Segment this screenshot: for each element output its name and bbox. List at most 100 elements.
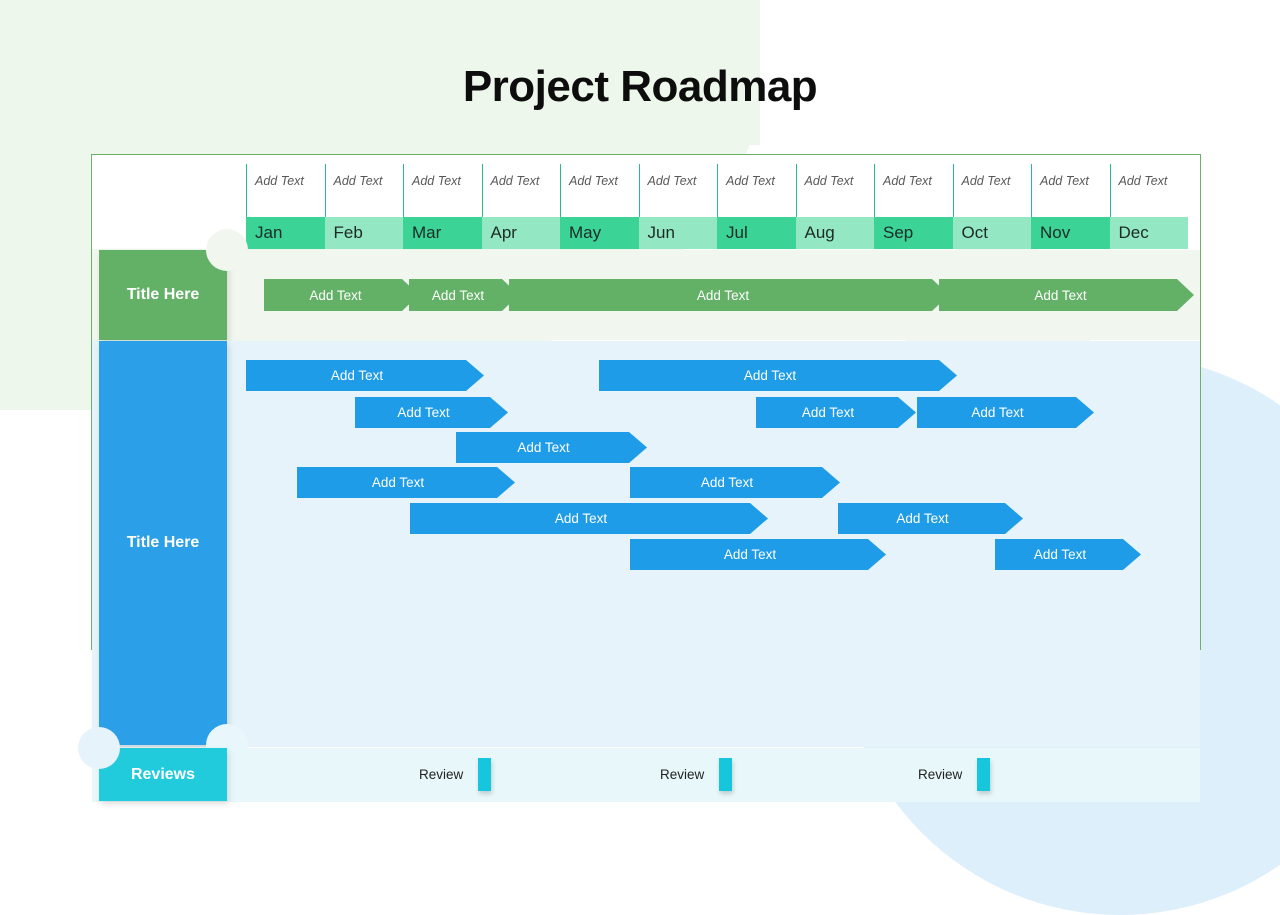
phase-segment[interactable]: Add Text	[264, 279, 419, 311]
month-note-placeholder[interactable]: Add Text	[962, 174, 1026, 189]
month-name-cell: Jun	[638, 217, 717, 249]
timeline-month-nov[interactable]: Add Text Nov	[1031, 155, 1110, 249]
reviews-row: Reviews Review Review Review	[78, 727, 1200, 802]
month-name-cell: Jul	[717, 217, 796, 249]
task-bar[interactable]: Add Text	[599, 360, 957, 391]
phase-label-corner-notch	[206, 229, 248, 271]
task-bar-label: Add Text	[743, 368, 797, 383]
phase-segment-label: Add Text	[696, 287, 750, 303]
phase-segment-label: Add Text	[431, 287, 485, 303]
task-bar[interactable]: Add Text	[756, 397, 916, 428]
month-note-placeholder[interactable]: Add Text	[334, 174, 398, 189]
review-milestone[interactable]: Review	[918, 748, 991, 801]
task-bar[interactable]: Add Text	[297, 467, 515, 498]
month-separator-line	[1031, 164, 1032, 217]
task-bar-label: Add Text	[801, 405, 855, 420]
month-name-cell: Sep	[874, 217, 953, 249]
tasks-row-label: Title Here	[99, 341, 248, 766]
task-bar-label: Add Text	[700, 475, 754, 490]
month-separator-line	[717, 164, 718, 217]
tasks-row-label-text: Title Here	[126, 534, 200, 551]
month-note-placeholder[interactable]: Add Text	[491, 174, 555, 189]
phase-segment[interactable]: Add Text	[509, 279, 949, 311]
review-marker-icon	[478, 758, 492, 791]
month-name-cell: Dec	[1109, 217, 1188, 249]
month-name-cell: Oct	[952, 217, 1031, 249]
timeline-month-aug[interactable]: Add Text Aug	[795, 155, 874, 249]
task-bar[interactable]: Add Text	[917, 397, 1094, 428]
task-bar-label: Add Text	[971, 405, 1024, 420]
month-separator-line	[795, 164, 797, 217]
timeline-month-feb[interactable]: Add Text Feb	[324, 155, 403, 249]
phase-segment-label: Add Text	[309, 287, 362, 303]
month-note-placeholder[interactable]: Add Text	[805, 174, 869, 189]
month-note-placeholder[interactable]: Add Text	[648, 174, 712, 189]
timeline-month-dec[interactable]: Add Text Dec	[1109, 155, 1188, 249]
review-label: Review	[660, 767, 705, 782]
month-note-placeholder[interactable]: Add Text	[726, 174, 790, 189]
phase-row: Title Here Add Text Add Text Add Text Add T…	[92, 229, 1200, 340]
review-label: Review	[419, 767, 464, 782]
month-name-cell: Nov	[1031, 217, 1110, 249]
reviews-label-corner-notch	[78, 727, 120, 769]
month-separator-line	[952, 164, 954, 217]
timeline-month-sep[interactable]: Add Text Sep	[874, 155, 953, 249]
month-separator-line	[481, 164, 483, 217]
timeline-month-oct[interactable]: Add Text Oct	[952, 155, 1031, 249]
task-bar[interactable]: Add Text	[630, 539, 886, 570]
month-name-cell: May	[560, 217, 639, 249]
phase-row-label: Title Here	[99, 229, 248, 340]
month-note-placeholder[interactable]: Add Text	[569, 174, 633, 189]
task-bar-label: Add Text	[723, 547, 777, 562]
reviews-row-label-text: Reviews	[130, 765, 196, 783]
task-bar-label: Add Text	[554, 511, 608, 526]
review-label: Review	[918, 767, 963, 782]
review-milestone[interactable]: Review	[419, 748, 492, 801]
month-name-cell: Apr	[481, 217, 560, 249]
timeline-month-may[interactable]: Add Text May	[560, 155, 639, 249]
month-note-placeholder[interactable]: Add Text	[883, 174, 947, 189]
task-bar-label: Add Text	[1033, 547, 1087, 562]
timeline-month-jun[interactable]: Add Text Jun	[638, 155, 717, 249]
task-bar[interactable]: Add Text	[630, 467, 840, 498]
task-bar[interactable]: Add Text	[995, 539, 1141, 570]
task-bar[interactable]: Add Text	[355, 397, 508, 428]
timeline-month-apr[interactable]: Add Text Apr	[481, 155, 560, 249]
month-note-placeholder[interactable]: Add Text	[255, 174, 319, 189]
month-separator-line	[1109, 164, 1111, 217]
month-separator-line	[403, 164, 404, 217]
phase-segment-label: Add Text	[1034, 287, 1087, 303]
review-marker-icon	[977, 758, 991, 791]
task-bar-label: Add Text	[517, 440, 570, 455]
tasks-row: Title Here Add Text Add Text Add Text Add T…	[92, 341, 1200, 766]
month-name-cell: Feb	[324, 217, 403, 249]
timeline-month-jul[interactable]: Add Text Jul	[717, 155, 796, 249]
month-name-cell: Aug	[795, 217, 874, 249]
reviews-row-label: Reviews	[78, 727, 227, 801]
month-separator-line	[874, 164, 875, 217]
task-bar-label: Add Text	[371, 475, 425, 490]
month-name-cell: Jan	[246, 217, 325, 249]
month-separator-line	[246, 164, 247, 217]
task-bar-label: Add Text	[397, 405, 450, 420]
month-separator-line	[324, 164, 326, 217]
month-note-placeholder[interactable]: Add Text	[1040, 174, 1104, 189]
roadmap-container: Add Text Jan Add Text Feb Add Text Mar Add Tex…	[78, 154, 1201, 802]
month-note-placeholder[interactable]: Add Text	[1119, 174, 1183, 189]
phase-segment[interactable]: Add Text	[409, 279, 519, 311]
month-separator-line	[638, 164, 640, 217]
page-title: Project Roadmap	[462, 62, 818, 111]
timeline-month-jan[interactable]: Add Text Jan	[246, 155, 325, 249]
month-name-cell: Mar	[403, 217, 482, 249]
task-bar-label: Add Text	[330, 368, 384, 383]
review-milestone[interactable]: Review	[660, 748, 733, 801]
task-bar[interactable]: Add Text	[456, 432, 647, 463]
task-bar[interactable]: Add Text	[246, 360, 484, 391]
task-bar[interactable]: Add Text	[838, 503, 1023, 534]
phase-segment[interactable]: Add Text	[939, 279, 1194, 311]
timeline-month-mar[interactable]: Add Text Mar	[403, 155, 482, 249]
month-note-placeholder[interactable]: Add Text	[412, 174, 476, 189]
task-bar[interactable]: Add Text	[410, 503, 768, 534]
review-marker-icon	[719, 758, 733, 791]
month-separator-line	[560, 164, 561, 217]
